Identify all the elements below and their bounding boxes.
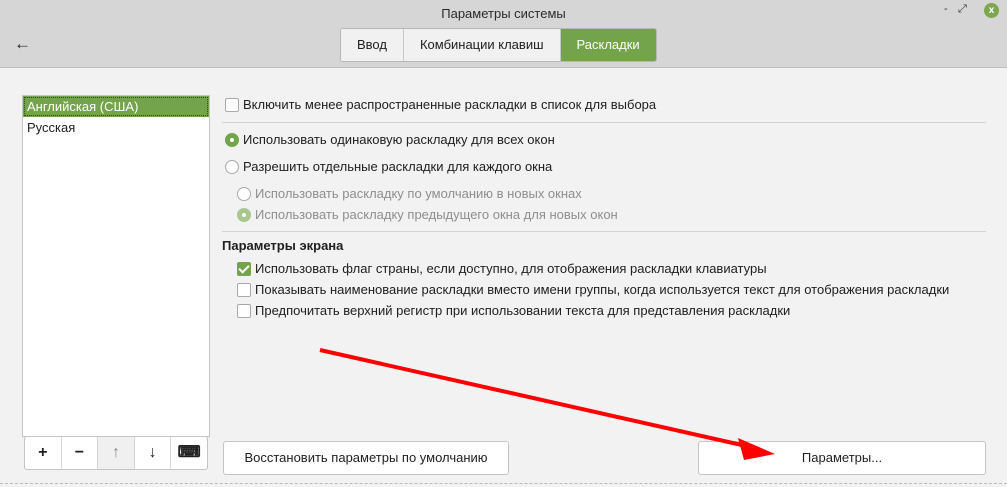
restore-defaults-button[interactable]: Восстановить параметры по умолчанию <box>223 441 509 475</box>
default-new-radio[interactable]: Использовать раскладку по умолчанию в но… <box>237 186 582 201</box>
radio-label: Разрешить отдельные раскладки для каждог… <box>243 159 553 174</box>
back-arrow-icon[interactable]: ← <box>14 34 31 54</box>
header-bar: Параметры системы - ⤢ x ← Ввод Комбинаци… <box>0 0 1007 68</box>
checkbox-icon[interactable] <box>237 282 251 297</box>
layout-list[interactable]: Английская (США) Русская <box>22 95 210 437</box>
radio-label: Использовать раскладку предыдущего окна … <box>255 207 618 222</box>
per-window-radio[interactable]: Разрешить отдельные раскладки для каждог… <box>225 159 552 174</box>
same-layout-radio[interactable]: Использовать одинаковую раскладку для вс… <box>225 132 555 147</box>
checkbox-icon[interactable] <box>237 303 251 318</box>
radio-icon[interactable] <box>237 207 251 222</box>
radio-label: Использовать раскладку по умолчанию в но… <box>255 186 582 201</box>
minimize-icon[interactable]: - <box>944 3 948 15</box>
maximize-icon[interactable]: ⤢ <box>958 3 967 16</box>
window-bottom-edge <box>0 483 1007 484</box>
section-heading: Параметры экрана <box>222 238 344 253</box>
arrow-shaft <box>319 348 756 450</box>
layout-list-toolbar: + − ↑ ↓ ⌨ <box>24 436 208 470</box>
checkbox-label: Предпочитать верхний регистр при использ… <box>255 303 791 318</box>
move-down-button[interactable]: ↓ <box>135 437 172 469</box>
radio-icon[interactable] <box>225 159 239 174</box>
remove-layout-button[interactable]: − <box>62 437 99 469</box>
window-title: Параметры системы <box>441 6 566 21</box>
checkbox-icon[interactable] <box>225 97 239 112</box>
divider <box>222 122 986 123</box>
checkbox-icon[interactable] <box>237 261 251 276</box>
divider <box>222 231 986 232</box>
radio-icon[interactable] <box>225 132 239 147</box>
radio-icon[interactable] <box>237 186 251 201</box>
tab-bar: Ввод Комбинации клавиш Раскладки <box>340 28 657 62</box>
checkbox-label: Включить менее распространенные раскладк… <box>243 97 657 112</box>
include-exotic-checkbox[interactable]: Включить менее распространенные раскладк… <box>225 97 656 112</box>
checkbox-label: Показывать наименование раскладки вместо… <box>255 282 950 297</box>
tab-layouts[interactable]: Раскладки <box>560 29 656 61</box>
show-keyboard-layout-button[interactable]: ⌨ <box>171 437 207 469</box>
options-button[interactable]: Параметры... <box>698 441 986 475</box>
prev-new-radio[interactable]: Использовать раскладку предыдущего окна … <box>237 207 618 222</box>
close-icon[interactable]: x <box>984 3 999 18</box>
list-item[interactable]: Русская <box>23 117 209 138</box>
name-checkbox[interactable]: Показывать наименование раскладки вместо… <box>237 282 949 297</box>
flag-checkbox[interactable]: Использовать флаг страны, если доступно,… <box>237 261 767 276</box>
checkbox-label: Использовать флаг страны, если доступно,… <box>255 261 767 276</box>
tab-shortcuts[interactable]: Комбинации клавиш <box>403 29 561 61</box>
list-item[interactable]: Английская (США) <box>23 96 209 117</box>
move-up-button[interactable]: ↑ <box>98 437 135 469</box>
uppercase-checkbox[interactable]: Предпочитать верхний регистр при использ… <box>237 303 790 318</box>
tab-input[interactable]: Ввод <box>341 29 404 61</box>
add-layout-button[interactable]: + <box>25 437 62 469</box>
radio-label: Использовать одинаковую раскладку для вс… <box>243 132 555 147</box>
